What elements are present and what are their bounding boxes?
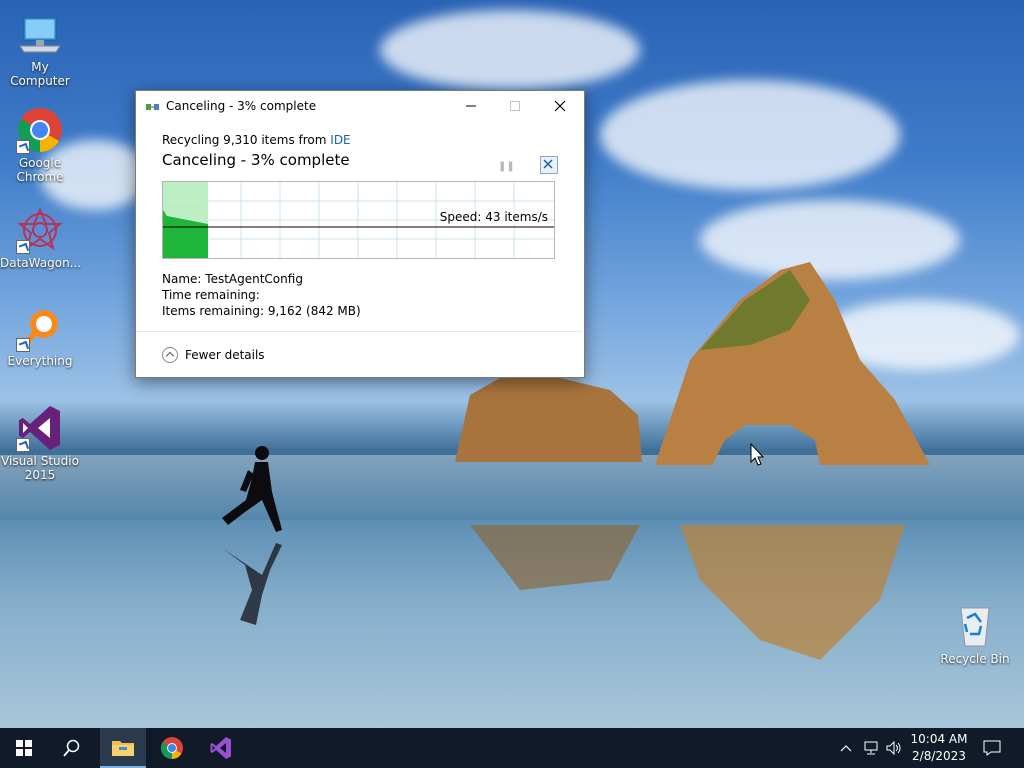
pause-button: ❚❚ — [498, 159, 515, 175]
network-icon — [864, 741, 878, 755]
chevron-up-icon — [840, 745, 852, 752]
folder-icon — [112, 741, 134, 756]
desktop-icon-visual-studio[interactable]: Visual Studio 2015 — [0, 404, 80, 482]
operation-description: Recycling 9,310 items from IDE — [162, 133, 351, 147]
dialog-title: Canceling - 3% complete — [166, 99, 317, 113]
speed-graph: Speed: 43 items/s — [162, 181, 555, 259]
minimize-button[interactable] — [448, 91, 494, 121]
show-hidden-icons-button[interactable] — [836, 728, 856, 768]
volume-button[interactable] — [883, 728, 905, 768]
taskbar-chrome[interactable] — [149, 728, 195, 768]
source-folder-link[interactable]: IDE — [330, 133, 350, 147]
file-operation-icon — [146, 101, 160, 111]
taskbar-file-explorer[interactable] — [100, 728, 146, 768]
search-icon — [63, 739, 80, 757]
clock[interactable]: 10:04 AM 2/8/2023 — [906, 731, 972, 765]
visual-studio-icon — [210, 737, 231, 759]
computer-icon — [16, 10, 64, 58]
datawagon-icon — [16, 206, 64, 254]
pause-icon: ❚❚ — [498, 161, 515, 172]
chevron-up-icon — [162, 347, 178, 363]
minimize-icon — [466, 105, 476, 107]
start-button[interactable] — [0, 728, 48, 768]
desktop-icon-datawagon[interactable]: DataWagon... — [0, 206, 81, 270]
desktop-icon-google-chrome[interactable]: Google Chrome — [0, 106, 80, 184]
recycle-bin-icon — [951, 602, 999, 650]
time-remaining-row: Time remaining: — [162, 288, 260, 302]
visual-studio-icon — [16, 404, 64, 452]
speaker-icon — [886, 741, 901, 755]
desktop-icon-everything[interactable]: Everything — [0, 304, 80, 368]
items-remaining-row: Items remaining: 9,162 (842 MB) — [162, 304, 361, 318]
shortcut-arrow-icon — [16, 140, 30, 154]
name-value: TestAgentConfig — [205, 272, 303, 286]
windows-logo-icon — [16, 740, 32, 756]
shortcut-arrow-icon — [16, 438, 30, 452]
taskbar-visual-studio[interactable] — [198, 728, 244, 768]
details-info: Name: TestAgentConfig Time remaining: It… — [162, 271, 361, 319]
fewer-details-button[interactable]: Fewer details — [162, 345, 265, 365]
dialog-content: Recycling 9,310 items from IDE Canceling… — [162, 133, 558, 318]
dialog-titlebar[interactable]: Canceling - 3% complete — [136, 91, 584, 121]
search-button[interactable] — [48, 728, 96, 768]
chrome-icon — [161, 737, 183, 759]
action-center-button[interactable] — [978, 728, 1006, 768]
chrome-icon — [16, 106, 64, 154]
clock-date: 2/8/2023 — [912, 749, 966, 763]
close-icon — [554, 100, 566, 112]
maximize-button — [492, 91, 538, 121]
name-row: Name: TestAgentConfig — [162, 272, 303, 286]
speed-label: Speed: 43 items/s — [439, 210, 548, 224]
close-button[interactable] — [537, 91, 583, 121]
notification-icon — [983, 740, 1001, 756]
maximize-icon — [510, 101, 520, 111]
taskbar: 10:04 AM 2/8/2023 — [0, 728, 1024, 768]
desktop-icon-my-computer[interactable]: My Computer — [0, 10, 80, 88]
everything-search-icon — [16, 304, 64, 352]
shortcut-arrow-icon — [16, 240, 30, 254]
items-remaining-value: 9,162 (842 MB) — [267, 304, 361, 318]
progress-dialog[interactable]: Canceling - 3% complete Recycling 9,310 … — [135, 90, 585, 378]
desktop-icon-recycle-bin[interactable]: Recycle Bin — [935, 602, 1015, 666]
shortcut-arrow-icon — [16, 338, 30, 352]
network-button[interactable] — [860, 728, 882, 768]
clock-time: 10:04 AM — [910, 732, 968, 746]
cancel-x-icon — [543, 159, 553, 169]
dialog-divider — [136, 331, 582, 332]
cancel-operation-button[interactable] — [540, 156, 558, 174]
